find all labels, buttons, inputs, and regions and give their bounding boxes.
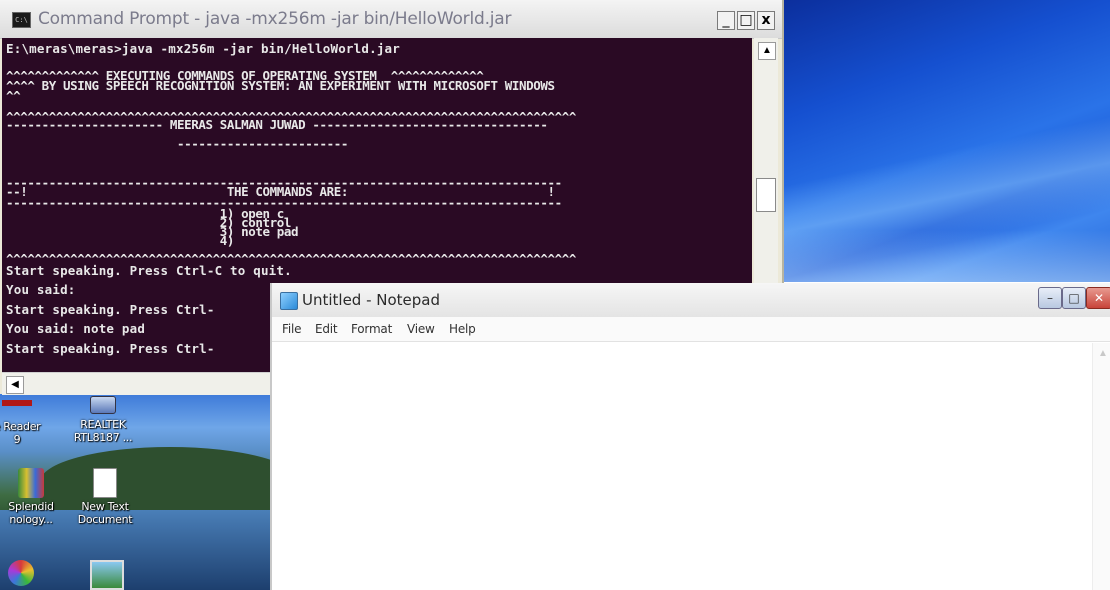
text-document-icon (93, 468, 117, 498)
console-line: ---------------------- MEERAS SALMAN JUW… (6, 117, 548, 132)
vertical-scrollbar[interactable]: ▲ (1092, 343, 1110, 590)
realtek-shortcut-icon (90, 396, 116, 414)
scroll-left-arrow-icon[interactable]: ◀ (6, 376, 24, 394)
desktop-icon-splendid[interactable]: Splendid nology... (0, 468, 66, 526)
notepad-window[interactable]: Untitled - Notepad – □ ✕ File Edit Forma… (270, 283, 1110, 590)
desktop-icon-realtek[interactable]: REALTEK RTL8187 ... (68, 396, 138, 444)
menu-view[interactable]: View (407, 322, 435, 336)
console-line: 4) (6, 233, 235, 248)
desktop-wallpaper (778, 0, 1110, 282)
console-line: ^^^^ BY USING SPEECH RECOGNITION SYSTEM:… (6, 78, 555, 93)
notepad-icon (280, 292, 298, 310)
window-title: Untitled - Notepad (302, 291, 441, 309)
desktop-wallpaper-lower: e Reader 9 REALTEK RTL8187 ... Splendid … (0, 392, 270, 590)
picasa-icon[interactable] (8, 560, 34, 586)
close-button[interactable]: ✕ (1086, 287, 1110, 309)
maximize-button[interactable]: □ (1062, 287, 1086, 309)
menu-file[interactable]: File (282, 322, 301, 336)
desktop-icon-new-text-document[interactable]: New Text Document (70, 468, 140, 526)
close-button[interactable]: x (757, 11, 775, 30)
desktop-icon-label: 9 (13, 433, 21, 446)
menu-edit[interactable]: Edit (315, 322, 338, 336)
scroll-up-arrow-icon[interactable]: ▲ (1096, 347, 1110, 361)
window-title: Command Prompt - java -mx256m -jar bin/H… (38, 9, 512, 29)
desktop-icon-adobe-reader[interactable]: e Reader 9 (0, 400, 52, 446)
picture-icon[interactable] (90, 560, 124, 590)
desktop-icon-label: e Reader (0, 420, 41, 433)
splendid-icon (18, 468, 44, 498)
maximize-button[interactable]: □ (737, 11, 755, 30)
console-line: You said: (6, 282, 76, 297)
console-line: You said: note pad (6, 321, 146, 336)
desktop-icon-label: nology... (9, 513, 53, 526)
desktop-icon-label: New Text (81, 500, 129, 513)
minimize-button[interactable]: _ (717, 11, 735, 30)
menu-help[interactable]: Help (449, 322, 476, 336)
adobe-reader-icon (2, 400, 32, 406)
desktop-icon-label: Document (77, 513, 133, 526)
desktop-icon-label: RTL8187 ... (73, 431, 133, 444)
console-line: ------------------------ (6, 136, 349, 151)
console-line: Start speaking. Press Ctrl- (6, 302, 215, 317)
minimize-button[interactable]: – (1038, 287, 1062, 309)
console-line: Start speaking. Press Ctrl- (6, 341, 215, 356)
desktop-icon-label: REALTEK (80, 418, 126, 431)
cmd-icon: C:\ (12, 12, 31, 28)
notepad-text-area[interactable] (274, 343, 1090, 590)
notepad-titlebar[interactable]: Untitled - Notepad – □ ✕ (272, 283, 1110, 317)
console-line: E:\meras\meras>java -mx256m -jar bin/Hel… (6, 41, 401, 56)
console-line: ^^ (6, 88, 21, 103)
console-line: Start speaking. Press Ctrl-C to quit. (6, 263, 292, 278)
menu-bar: File Edit Format View Help (272, 317, 1110, 342)
scroll-thumb[interactable] (756, 178, 776, 212)
command-prompt-titlebar[interactable]: C:\ Command Prompt - java -mx256m -jar b… (0, 0, 782, 39)
desktop-icon-label: Splendid (8, 500, 54, 513)
menu-format[interactable]: Format (351, 322, 392, 336)
horizontal-scrollbar[interactable]: ◀ (2, 372, 270, 395)
scroll-up-arrow-icon[interactable]: ▲ (758, 42, 776, 60)
